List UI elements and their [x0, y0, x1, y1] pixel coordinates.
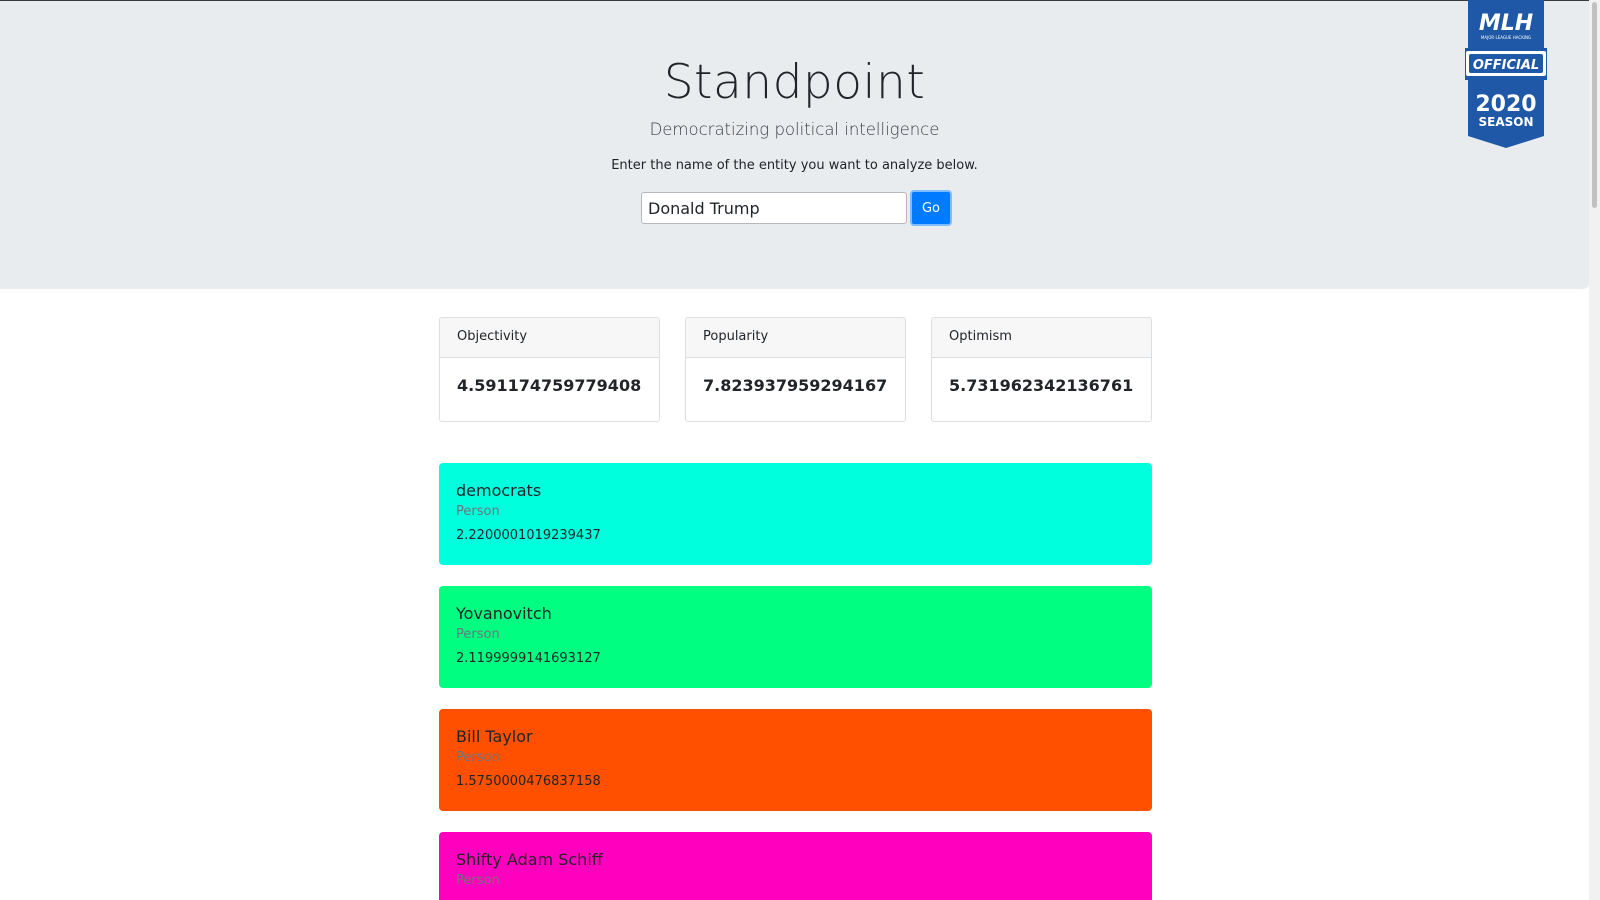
go-button[interactable]: Go [910, 190, 952, 226]
entity-name: Bill Taylor [456, 727, 533, 746]
mlh-tagline: MAJOR LEAGUE HACKING [1481, 35, 1531, 40]
popularity-value: 7.823937959294167 [703, 376, 888, 395]
entity-score: 2.1199999141693127 [456, 651, 601, 666]
entity-name: Shifty Adam Schiff [456, 850, 603, 869]
score-cards: Objectivity 4.591174759779408 Popularity… [439, 317, 1152, 422]
search-form: Go [641, 190, 952, 226]
entity-type: Person [456, 627, 500, 642]
entity-card: democrats Person 2.2200001019239437 [439, 463, 1152, 565]
page-scrollbar[interactable] [1589, 0, 1600, 900]
header-jumbotron: Standpoint Democratizing political intel… [0, 0, 1589, 289]
popularity-label: Popularity [686, 318, 905, 358]
popularity-card: Popularity 7.823937959294167 [685, 317, 906, 422]
entity-score: 1.5750000476837158 [456, 774, 601, 789]
entity-type: Person [456, 873, 500, 888]
entity-type: Person [456, 750, 500, 765]
mlh-season-text: SEASON [1478, 115, 1533, 129]
entity-score: 2.2200001019239437 [456, 528, 601, 543]
entity-name: democrats [456, 481, 542, 500]
scrollbar-thumb[interactable] [1592, 2, 1597, 208]
mlh-year-text: 2020 [1475, 92, 1536, 117]
search-instructions: Enter the name of the entity you want to… [611, 158, 978, 173]
entity-card: Yovanovitch Person 2.1199999141693127 [439, 586, 1152, 688]
mlh-official-text: OFFICIAL [1473, 58, 1539, 73]
page-title: Standpoint [663, 55, 926, 110]
optimism-value: 5.731962342136761 [949, 376, 1134, 395]
optimism-card: Optimism 5.731962342136761 [931, 317, 1152, 422]
objectivity-card: Objectivity 4.591174759779408 [439, 317, 660, 422]
entity-card: Bill Taylor Person 1.5750000476837158 [439, 709, 1152, 811]
entity-search-input[interactable] [641, 192, 907, 224]
entity-card: Shifty Adam Schiff Person [439, 832, 1152, 900]
entity-type: Person [456, 504, 500, 519]
mlh-trust-badge[interactable]: MLH MAJOR LEAGUE HACKING OFFICIAL 2020 S… [1464, 0, 1548, 148]
objectivity-value: 4.591174759779408 [457, 376, 642, 395]
mlh-logo-text: MLH [1479, 11, 1533, 36]
optimism-label: Optimism [932, 318, 1151, 358]
page-subtitle: Democratizing political intelligence [649, 120, 940, 139]
entity-name: Yovanovitch [456, 604, 552, 623]
page: Standpoint Democratizing political intel… [0, 0, 1600, 900]
objectivity-label: Objectivity [440, 318, 659, 358]
